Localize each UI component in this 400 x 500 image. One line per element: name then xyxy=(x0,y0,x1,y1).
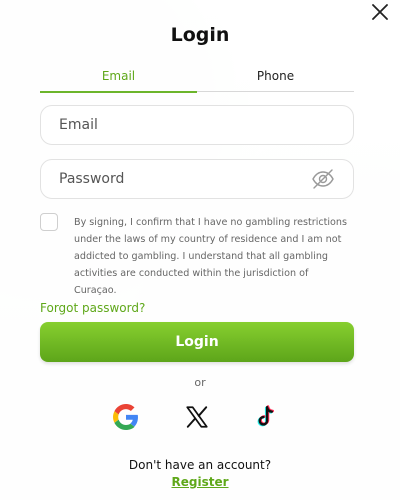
or-divider-label: or xyxy=(194,376,206,389)
tab-phone[interactable]: Phone xyxy=(197,66,354,91)
close-icon[interactable] xyxy=(370,2,390,22)
password-field[interactable] xyxy=(59,171,311,187)
tab-email[interactable]: Email xyxy=(40,66,197,93)
email-field[interactable] xyxy=(59,117,335,133)
login-button[interactable]: Login xyxy=(40,322,354,362)
x-icon[interactable] xyxy=(184,404,210,430)
password-field-container xyxy=(40,159,354,199)
terms-text: By signing, I confirm that I have no gam… xyxy=(74,217,348,296)
google-icon[interactable] xyxy=(113,404,139,430)
tiktok-icon[interactable] xyxy=(253,404,279,430)
modal-title: Login xyxy=(170,24,230,46)
terms-checkbox[interactable] xyxy=(40,213,58,231)
forgot-password-link[interactable]: Forgot password? xyxy=(40,301,145,315)
email-field-container xyxy=(40,105,354,145)
login-modal: Login Email Phone By signing, I confirm … xyxy=(0,0,400,500)
login-method-tabs: Email Phone xyxy=(40,66,354,93)
signup-prompt: Don't have an account? xyxy=(128,458,272,472)
eye-slash-icon[interactable] xyxy=(311,167,335,191)
register-link[interactable]: Register xyxy=(0,475,400,489)
